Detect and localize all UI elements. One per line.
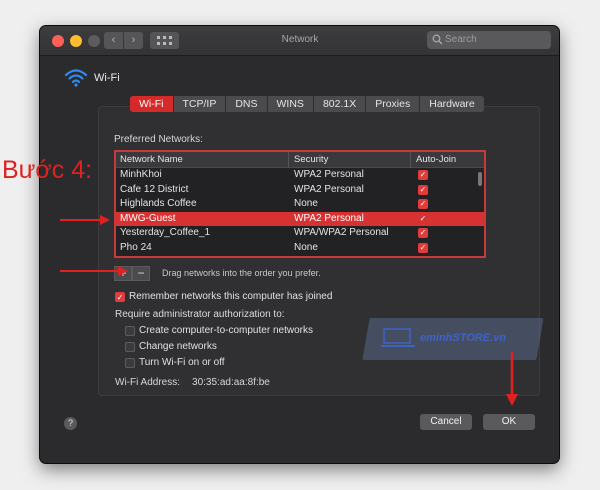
turn-wifi-label: Turn Wi-Fi on or off [139, 357, 225, 368]
network-security: WPA2 Personal [294, 183, 364, 195]
network-security: WPA/WPA2 Personal [294, 227, 389, 239]
table-header: Network Name Security Auto-Join [116, 152, 484, 168]
table-row[interactable]: Yesterday_Coffee_1 WPA/WPA2 Personal ✓ [116, 226, 484, 241]
tab-wins[interactable]: WINS [267, 96, 314, 112]
arrow-down-icon [506, 352, 518, 406]
auto-join-checkbox[interactable]: ✓ [418, 170, 428, 180]
network-security: WPA2 Personal [294, 169, 364, 180]
column-divider [410, 152, 411, 168]
turn-wifi-checkbox[interactable] [125, 358, 135, 368]
search-input[interactable]: Search [427, 31, 551, 49]
column-network-name[interactable]: Network Name [120, 154, 183, 165]
preferred-networks-label: Preferred Networks: [114, 134, 203, 145]
auto-join-checkbox[interactable]: ✓ [418, 184, 428, 195]
create-c2c-checkbox[interactable] [125, 326, 135, 336]
tab-hardware[interactable]: Hardware [420, 96, 484, 112]
back-button[interactable]: ‹ [104, 32, 123, 49]
network-name: Highlands Coffee [120, 198, 197, 210]
title-bar: ‹ › Network Search [40, 26, 559, 56]
service-title: Wi-Fi [94, 72, 120, 84]
preferred-networks-table[interactable]: Network Name Security Auto-Join MinhKhoi… [114, 150, 486, 258]
watermark-text: eminhSTORE.vn [420, 332, 506, 344]
change-networks-checkbox[interactable] [125, 342, 135, 352]
search-placeholder: Search [445, 34, 477, 45]
wifi-address-label: Wi-Fi Address: [115, 377, 181, 388]
table-row-selected[interactable]: MWG-Guest WPA2 Personal ✓ [116, 211, 484, 227]
minimize-window-button[interactable] [70, 35, 82, 47]
tab-proxies[interactable]: Proxies [366, 96, 421, 112]
cancel-button[interactable]: Cancel [420, 414, 472, 430]
wifi-address: Wi-Fi Address: 30:35:ad:aa:8f:be [115, 377, 270, 388]
wifi-address-value: 30:35:ad:aa:8f:be [192, 377, 270, 388]
network-name: MinhKhoi [120, 169, 162, 180]
step-annotation: Bước 4: [2, 156, 93, 184]
table-row[interactable]: MinhKhoi WPA2 Personal ✓ [116, 168, 484, 183]
tab-bar: Wi-Fi TCP/IP DNS WINS 802.1X Proxies Har… [130, 96, 484, 112]
table-row[interactable]: Cafe 12 District WPA2 Personal ✓ [116, 183, 484, 198]
network-name: Yesterday_Coffee_1 [120, 227, 211, 239]
close-window-button[interactable] [52, 35, 64, 47]
column-auto-join[interactable]: Auto-Join [416, 154, 456, 165]
network-preferences-window: ‹ › Network Search Wi-Fi Wi-Fi TCP/IP DN… [40, 26, 559, 463]
tab-tcpip[interactable]: TCP/IP [173, 96, 227, 112]
column-security[interactable]: Security [294, 154, 328, 165]
network-security: None [294, 198, 318, 210]
remove-network-button[interactable]: − [132, 266, 150, 281]
auto-join-checkbox[interactable]: ✓ [418, 214, 428, 224]
tab-wifi[interactable]: Wi-Fi [130, 96, 174, 112]
auto-join-checkbox[interactable]: ✓ [418, 228, 428, 239]
auto-join-checkbox[interactable]: ✓ [418, 242, 428, 253]
search-icon [432, 34, 443, 45]
network-name: Pho 24 [120, 241, 152, 253]
wifi-icon [64, 69, 88, 87]
ok-button[interactable]: OK [483, 414, 535, 430]
network-security: WPA2 Personal [294, 212, 364, 224]
forward-button[interactable]: › [124, 32, 143, 49]
change-networks-label: Change networks [139, 341, 217, 352]
table-row[interactable]: Pho 24 None ✓ [116, 241, 484, 256]
drag-hint: Drag networks into the order you prefer. [162, 268, 321, 278]
network-name: Cafe 12 District [120, 183, 189, 195]
tab-8021x[interactable]: 802.1X [313, 96, 367, 112]
table-scrollbar[interactable] [478, 172, 482, 186]
show-all-button[interactable] [150, 32, 179, 49]
arrow-right-icon [60, 215, 110, 225]
network-name: MWG-Guest [120, 212, 176, 224]
zoom-window-button[interactable] [88, 35, 100, 47]
arrow-right-icon [60, 266, 128, 276]
window-title: Network [281, 34, 319, 45]
tab-dns[interactable]: DNS [226, 96, 268, 112]
remember-networks-checkbox[interactable]: ✓ [115, 292, 125, 302]
column-divider [288, 152, 289, 168]
admin-auth-label: Require administrator authorization to: [115, 309, 285, 320]
network-security: None [294, 241, 318, 253]
remember-networks-label: Remember networks this computer has join… [129, 291, 333, 302]
table-row[interactable]: Highlands Coffee None ✓ [116, 197, 484, 212]
auto-join-checkbox[interactable]: ✓ [418, 199, 428, 210]
laptop-icon [381, 328, 415, 347]
help-button[interactable]: ? [64, 417, 77, 430]
create-c2c-label: Create computer-to-computer networks [139, 325, 313, 336]
